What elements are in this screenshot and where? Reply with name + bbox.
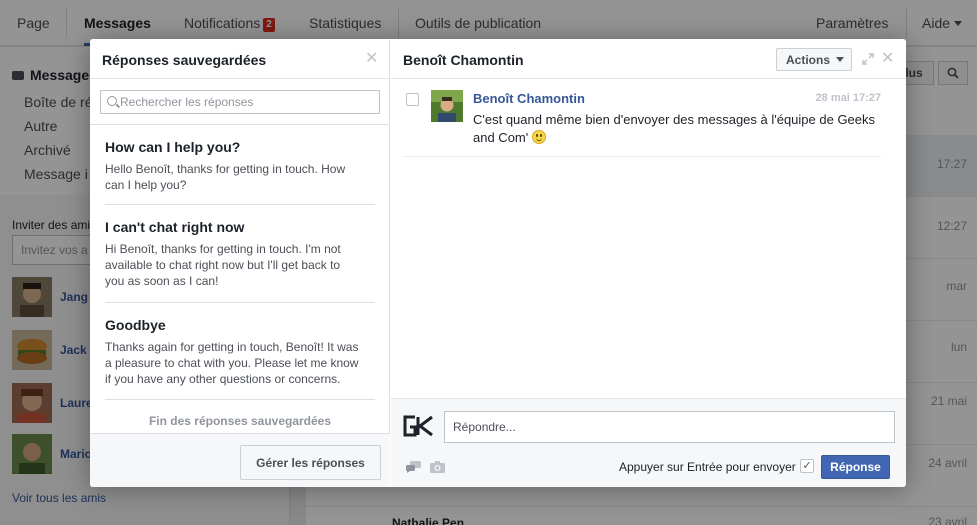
saved-reply-title: I can't chat right now [105, 219, 245, 235]
press-enter-to-send-label: Appuyer sur Entrée pour envoyer [619, 460, 796, 474]
conversation-panel: Benoît Chamontin Actions ✕ Benoît Chamon… [391, 39, 906, 487]
sender-avatar[interactable] [431, 90, 463, 122]
saved-replies-end-text: Fin des réponses sauvegardées [148, 414, 332, 428]
saved-replies-search-input[interactable] [120, 91, 375, 113]
manage-replies-button[interactable]: Gérer les réponses [240, 445, 381, 480]
saved-replies-panel: Réponses sauvegardées ✕ How can I help y… [90, 39, 390, 487]
saved-reply-title: How can I help you? [105, 139, 241, 155]
actions-dropdown[interactable]: Actions [776, 48, 852, 71]
close-icon[interactable]: ✕ [365, 51, 378, 67]
reply-input[interactable] [444, 411, 895, 443]
reply-composer: Appuyer sur Entrée pour envoyer ✓ Répons… [391, 398, 906, 487]
smiley-emoji-icon [531, 130, 546, 144]
saved-reply-body: Hi Benoît, thanks for getting in touch. … [105, 242, 341, 288]
message-timestamp: 28 mai 17:27 [815, 92, 881, 104]
chevron-down-icon [836, 56, 845, 62]
send-reply-button[interactable]: Réponse [821, 455, 890, 479]
saved-replies-title: Réponses sauvegardées [102, 52, 267, 68]
saved-replies-header: Réponses sauvegardées ✕ [90, 39, 390, 79]
camera-icon[interactable] [430, 461, 445, 473]
message-body: C'est quand même bien d'envoyer des mess… [473, 111, 883, 147]
search-icon [107, 96, 117, 106]
saved-replies-list: How can I help you? Hello Benoît, thanks… [90, 124, 390, 434]
saved-reply-body: Hello Benoît, thanks for getting in touc… [105, 162, 346, 192]
conversation-modal: Réponses sauvegardées ✕ How can I help y… [90, 39, 906, 487]
close-icon[interactable]: ✕ [881, 51, 894, 67]
message-sender-name[interactable]: Benoît Chamontin [473, 91, 585, 106]
saved-replies-icon[interactable] [406, 461, 421, 473]
saved-replies-search[interactable] [100, 90, 380, 114]
saved-replies-footer: Gérer les réponses [90, 433, 390, 487]
saved-reply-item[interactable]: Goodbye Thanks again for getting in touc… [105, 317, 375, 400]
saved-reply-item[interactable]: I can't chat right now Hi Benoît, thanks… [105, 219, 375, 303]
message-item: Benoît Chamontin 28 mai 17:27 C'est quan… [403, 89, 881, 157]
expand-icon[interactable] [862, 53, 874, 65]
conversation-header: Benoît Chamontin Actions ✕ [391, 39, 906, 79]
saved-reply-item[interactable]: How can I help you? Hello Benoît, thanks… [105, 139, 375, 205]
press-enter-checkbox[interactable]: ✓ [800, 459, 814, 473]
saved-reply-title: Goodbye [105, 317, 166, 333]
conversation-title: Benoît Chamontin [403, 52, 524, 68]
actions-label: Actions [786, 52, 831, 67]
page-logo-icon [403, 415, 433, 437]
saved-reply-body: Thanks again for getting in touch, Benoî… [105, 340, 359, 386]
message-select-checkbox[interactable] [406, 93, 419, 106]
